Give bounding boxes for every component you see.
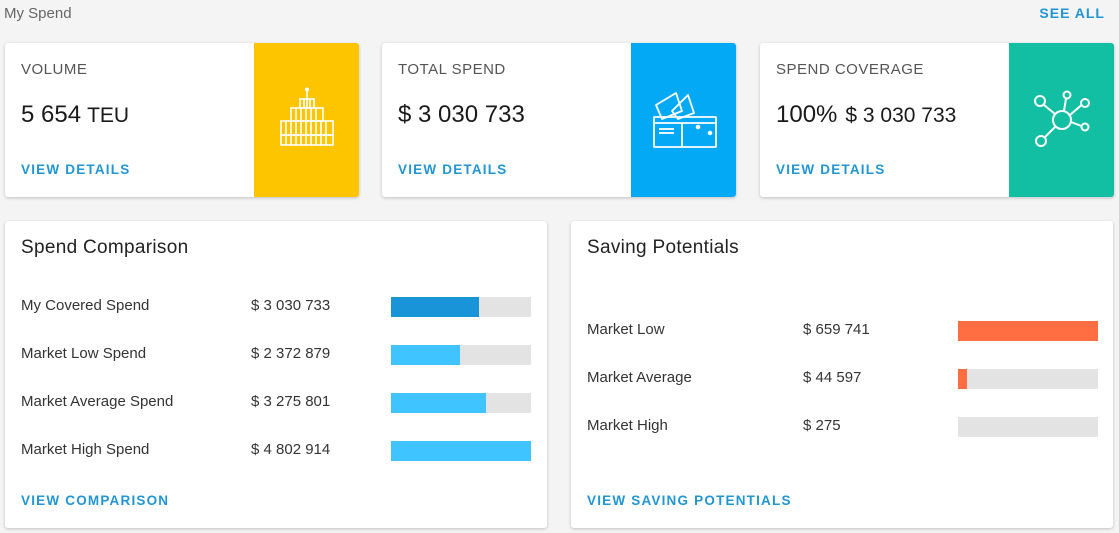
bar-track — [391, 345, 531, 365]
volume-card: VOLUME 5 654 TEU VIEW DETAILS — [5, 43, 359, 197]
row-value: $ 275 — [803, 417, 841, 434]
row-value: $ 2 372 879 — [251, 345, 331, 362]
top-bar: My Spend SEE ALL — [0, 0, 1119, 30]
row-value: $ 44 597 — [803, 369, 862, 386]
page-title: My Spend — [4, 5, 72, 22]
row-value: $ 3 030 733 — [251, 297, 331, 314]
view-comparison-link[interactable]: VIEW COMPARISON — [21, 493, 169, 508]
volume-view-details-link[interactable]: VIEW DETAILS — [21, 162, 130, 177]
bar-track — [391, 441, 531, 461]
spend-comparison-title: Spend Comparison — [21, 237, 189, 258]
row-label: Market High — [587, 417, 668, 434]
saving-potentials-title: Saving Potentials — [587, 237, 739, 258]
saving-potentials-card: Saving Potentials Market Low $ 659 741 Mar… — [571, 221, 1113, 528]
spend-coverage-value: 100% $ 3 030 733 — [776, 101, 956, 129]
spend-coverage-label: SPEND COVERAGE — [776, 61, 924, 78]
bar-fill — [391, 393, 487, 413]
see-all-link[interactable]: SEE ALL — [1039, 5, 1105, 21]
volume-icon-tile — [254, 43, 359, 197]
bar-fill — [391, 441, 531, 461]
spend-comparison-card: Spend Comparison My Covered Spend $ 3 030… — [5, 221, 547, 528]
bar-track — [391, 297, 531, 317]
row-value: $ 4 802 914 — [251, 441, 331, 458]
row-value: $ 659 741 — [803, 321, 870, 338]
bar-track — [958, 369, 1098, 389]
row-label: Market High Spend — [21, 441, 150, 458]
bar-row: Market High $ 275 — [587, 417, 1098, 437]
bar-fill — [391, 345, 460, 365]
total-spend-label: TOTAL SPEND — [398, 61, 506, 78]
bar-track — [958, 417, 1098, 437]
bar-row: Market Average Spend $ 3 275 801 — [21, 393, 531, 413]
total-spend-view-details-link[interactable]: VIEW DETAILS — [398, 162, 507, 177]
spend-coverage-icon-tile — [1009, 43, 1114, 197]
row-label: My Covered Spend — [21, 297, 150, 314]
total-spend-value: $ 3 030 733 — [398, 101, 525, 128]
spend-coverage-view-details-link[interactable]: VIEW DETAILS — [776, 162, 885, 177]
view-saving-potentials-link[interactable]: VIEW SAVING POTENTIALS — [587, 493, 792, 508]
network-hub-icon — [1033, 90, 1090, 147]
total-spend-icon-tile — [631, 43, 736, 197]
bar-row: Market Low Spend $ 2 372 879 — [21, 345, 531, 365]
volume-label: VOLUME — [21, 61, 88, 78]
bar-row: Market Average $ 44 597 — [587, 369, 1098, 389]
spend-coverage-percent: 100% — [776, 101, 838, 128]
spend-coverage-amount: $ 3 030 733 — [845, 104, 957, 127]
bar-track — [391, 393, 531, 413]
bar-track — [958, 321, 1098, 341]
bar-row: My Covered Spend $ 3 030 733 — [21, 297, 531, 317]
bar-fill — [958, 321, 1098, 341]
spend-coverage-card: SPEND COVERAGE 100% $ 3 030 733 VIEW DETA… — [760, 43, 1114, 197]
row-label: Market Low Spend — [21, 345, 147, 362]
total-spend-card: TOTAL SPEND $ 3 030 733 VIEW DETAILS — [382, 43, 736, 197]
volume-unit: TEU — [87, 104, 130, 127]
row-label: Market Average — [587, 369, 692, 386]
bar-fill — [391, 297, 480, 317]
bar-fill — [958, 369, 968, 389]
container-building-icon — [279, 87, 334, 146]
bar-row: Market High Spend $ 4 802 914 — [21, 441, 531, 461]
wallet-icon — [652, 92, 717, 148]
row-label: Market Low — [587, 321, 665, 338]
row-label: Market Average Spend — [21, 393, 174, 410]
volume-value: 5 654 TEU — [21, 101, 129, 129]
bar-row: Market Low $ 659 741 — [587, 321, 1098, 341]
volume-number: 5 654 — [21, 101, 82, 128]
row-value: $ 3 275 801 — [251, 393, 331, 410]
